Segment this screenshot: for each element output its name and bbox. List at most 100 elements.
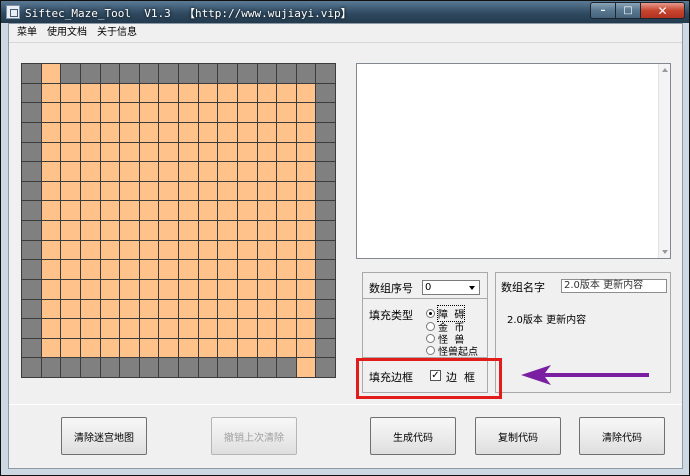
maze-wall-cell[interactable] [22, 240, 41, 260]
maze-wall-cell[interactable] [316, 64, 335, 83]
maze-path-cell[interactable] [277, 260, 296, 279]
maze-wall-cell[interactable] [22, 103, 41, 122]
maze-wall-cell[interactable] [316, 358, 335, 377]
chevron-down-icon[interactable] [467, 282, 478, 293]
maze-wall-cell[interactable] [61, 64, 80, 83]
maze-wall-cell[interactable] [22, 299, 41, 319]
maze-wall-cell[interactable] [22, 358, 41, 377]
maze-path-cell[interactable] [237, 338, 257, 358]
maze-wall-cell[interactable] [61, 358, 80, 377]
maze-wall-cell[interactable] [316, 319, 335, 338]
maze-path-cell[interactable] [218, 279, 237, 299]
maze-path-cell[interactable] [277, 221, 296, 240]
maze-path-cell[interactable] [179, 299, 198, 319]
maze-path-cell[interactable] [296, 201, 316, 220]
maze-path-cell[interactable] [139, 162, 159, 181]
maze-wall-cell[interactable] [22, 338, 41, 358]
maze-path-cell[interactable] [277, 83, 296, 103]
maze-path-cell[interactable] [296, 122, 316, 142]
maze-path-cell[interactable] [159, 240, 178, 260]
maze-path-cell[interactable] [100, 260, 120, 279]
maze-path-cell[interactable] [41, 279, 61, 299]
menu-about[interactable]: 关于信息 [92, 24, 142, 42]
maze-wall-cell[interactable] [80, 64, 100, 83]
maze-path-cell[interactable] [120, 122, 139, 142]
maze-path-cell[interactable] [159, 299, 178, 319]
maze-path-cell[interactable] [277, 279, 296, 299]
maze-wall-cell[interactable] [316, 142, 335, 162]
radio-obstacle-dot[interactable] [426, 308, 435, 318]
maze-path-cell[interactable] [179, 162, 198, 181]
maze-path-cell[interactable] [100, 201, 120, 220]
maze-wall-cell[interactable] [41, 358, 61, 377]
maze-wall-cell[interactable] [198, 358, 218, 377]
maze-path-cell[interactable] [198, 319, 218, 338]
maze-wall-cell[interactable] [316, 240, 335, 260]
maze-path-cell[interactable] [218, 83, 237, 103]
maze-path-cell[interactable] [198, 299, 218, 319]
maze-path-cell[interactable] [198, 122, 218, 142]
array-name-input[interactable]: 2.0版本 更新内容 [561, 279, 667, 293]
maze-path-cell[interactable] [277, 142, 296, 162]
maze-path-cell[interactable] [257, 181, 277, 201]
maze-path-cell[interactable] [179, 221, 198, 240]
maze-path-cell[interactable] [218, 201, 237, 220]
maze-wall-cell[interactable] [139, 64, 159, 83]
maze-path-cell[interactable] [179, 240, 198, 260]
maze-path-cell[interactable] [139, 338, 159, 358]
maze-path-cell[interactable] [296, 358, 316, 377]
maze-path-cell[interactable] [179, 279, 198, 299]
maze-path-cell[interactable] [41, 103, 61, 122]
maze-path-cell[interactable] [80, 240, 100, 260]
maze-path-cell[interactable] [61, 338, 80, 358]
title-bar[interactable]: Siftec_Maze_Tool V1.3 【http://www.wujiay… [1, 1, 689, 23]
maze-wall-cell[interactable] [159, 64, 178, 83]
maze-wall-cell[interactable] [22, 181, 41, 201]
maze-path-cell[interactable] [257, 240, 277, 260]
maze-wall-cell[interactable] [139, 358, 159, 377]
maze-path-cell[interactable] [41, 181, 61, 201]
maze-wall-cell[interactable] [120, 64, 139, 83]
radio-monster-start-dot[interactable] [426, 345, 435, 355]
maze-path-cell[interactable] [257, 299, 277, 319]
maze-path-cell[interactable] [296, 299, 316, 319]
maze-path-cell[interactable] [80, 142, 100, 162]
maze-path-cell[interactable] [61, 181, 80, 201]
maze-path-cell[interactable] [237, 103, 257, 122]
maze-path-cell[interactable] [296, 338, 316, 358]
maze-path-cell[interactable] [120, 103, 139, 122]
maze-path-cell[interactable] [179, 142, 198, 162]
maze-wall-cell[interactable] [237, 64, 257, 83]
maze-path-cell[interactable] [41, 240, 61, 260]
maze-wall-cell[interactable] [316, 299, 335, 319]
maze-path-cell[interactable] [277, 240, 296, 260]
maze-path-cell[interactable] [218, 299, 237, 319]
maze-wall-cell[interactable] [22, 142, 41, 162]
maze-path-cell[interactable] [61, 221, 80, 240]
maze-path-cell[interactable] [296, 83, 316, 103]
maze-path-cell[interactable] [296, 142, 316, 162]
maze-path-cell[interactable] [218, 221, 237, 240]
maze-path-cell[interactable] [61, 83, 80, 103]
maze-path-cell[interactable] [277, 122, 296, 142]
maze-path-cell[interactable] [139, 279, 159, 299]
maze-path-cell[interactable] [41, 201, 61, 220]
maze-path-cell[interactable] [80, 338, 100, 358]
maze-wall-cell[interactable] [179, 358, 198, 377]
maze-path-cell[interactable] [237, 122, 257, 142]
maze-wall-cell[interactable] [100, 64, 120, 83]
maze-path-cell[interactable] [296, 279, 316, 299]
maze-wall-cell[interactable] [316, 122, 335, 142]
maze-path-cell[interactable] [296, 162, 316, 181]
maze-path-cell[interactable] [179, 103, 198, 122]
menu-docs[interactable]: 使用文档 [42, 24, 92, 42]
maze-path-cell[interactable] [100, 299, 120, 319]
radio-coin-dot[interactable] [426, 321, 435, 331]
maze-path-cell[interactable] [179, 181, 198, 201]
maze-path-cell[interactable] [179, 260, 198, 279]
maze-path-cell[interactable] [120, 299, 139, 319]
maze-path-cell[interactable] [100, 279, 120, 299]
maze-path-cell[interactable] [120, 279, 139, 299]
maze-wall-cell[interactable] [218, 358, 237, 377]
maze-path-cell[interactable] [100, 103, 120, 122]
